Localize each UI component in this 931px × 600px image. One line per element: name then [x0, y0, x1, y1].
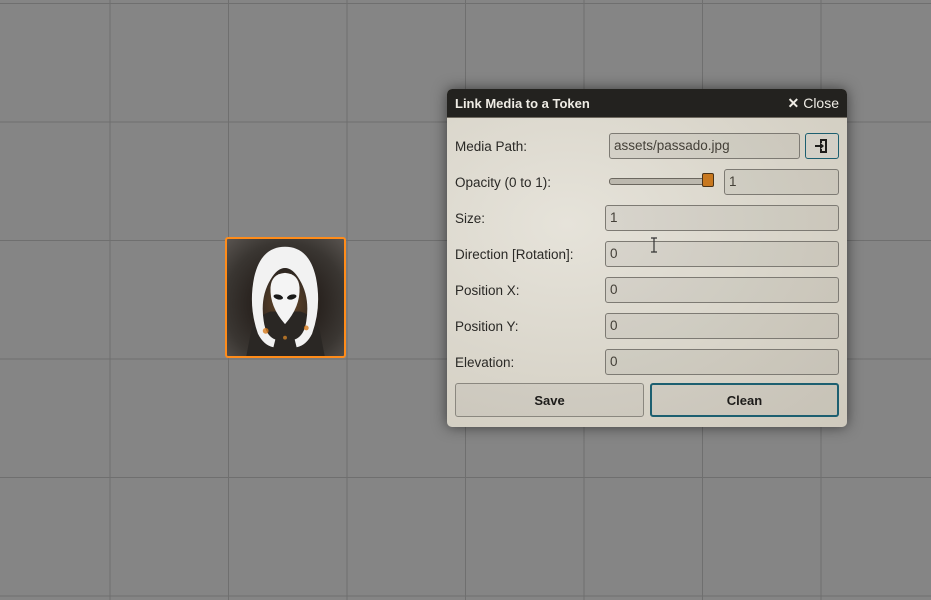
direction-label: Direction [Rotation]:: [455, 246, 574, 262]
close-label: Close: [803, 95, 839, 111]
dialog-title: Link Media to a Token: [455, 95, 590, 111]
position-y-label: Position Y:: [455, 318, 519, 334]
slider-thumb[interactable]: [702, 173, 714, 187]
elevation-label: Elevation:: [455, 354, 515, 370]
save-button[interactable]: Save: [455, 383, 644, 417]
close-button[interactable]: ✕ Close: [787, 95, 839, 112]
media-path-label: Media Path:: [455, 138, 528, 154]
browse-file-button[interactable]: [805, 133, 839, 159]
file-import-icon: [815, 139, 827, 153]
token[interactable]: [225, 237, 346, 358]
opacity-row: Opacity (0 to 1): 1: [455, 164, 839, 200]
opacity-label: Opacity (0 to 1):: [455, 174, 552, 190]
dialog-header[interactable]: Link Media to a Token ✕ Close: [447, 89, 847, 118]
position-y-input[interactable]: 0: [605, 313, 839, 339]
elevation-row: Elevation: 0: [455, 344, 839, 380]
position-x-row: Position X: 0: [455, 272, 839, 308]
media-path-row: Media Path: assets/passado.jpg: [455, 128, 839, 164]
media-path-input[interactable]: assets/passado.jpg: [609, 133, 800, 159]
position-y-row: Position Y: 0: [455, 308, 839, 344]
size-label: Size:: [455, 210, 486, 226]
position-x-input[interactable]: 0: [605, 277, 839, 303]
direction-input[interactable]: 0: [605, 241, 839, 267]
dialog-buttons: Save Clean: [455, 383, 839, 417]
slider-track: [609, 178, 711, 185]
close-x-icon: ✕: [787, 94, 800, 111]
link-media-dialog: Link Media to a Token ✕ Close Media Path…: [447, 89, 847, 427]
direction-row: Direction [Rotation]: 0: [455, 236, 839, 272]
elevation-input[interactable]: 0: [605, 349, 839, 375]
size-row: Size: 1: [455, 200, 839, 236]
hooded-figure-icon: [246, 246, 325, 356]
dialog-body: Media Path: assets/passado.jpg Opacity (…: [447, 118, 847, 417]
clean-button[interactable]: Clean: [650, 383, 839, 417]
text-cursor-icon: [651, 237, 657, 253]
size-input[interactable]: 1: [605, 205, 839, 231]
opacity-input[interactable]: 1: [724, 169, 839, 195]
position-x-label: Position X:: [455, 282, 520, 298]
opacity-slider[interactable]: [609, 164, 715, 200]
